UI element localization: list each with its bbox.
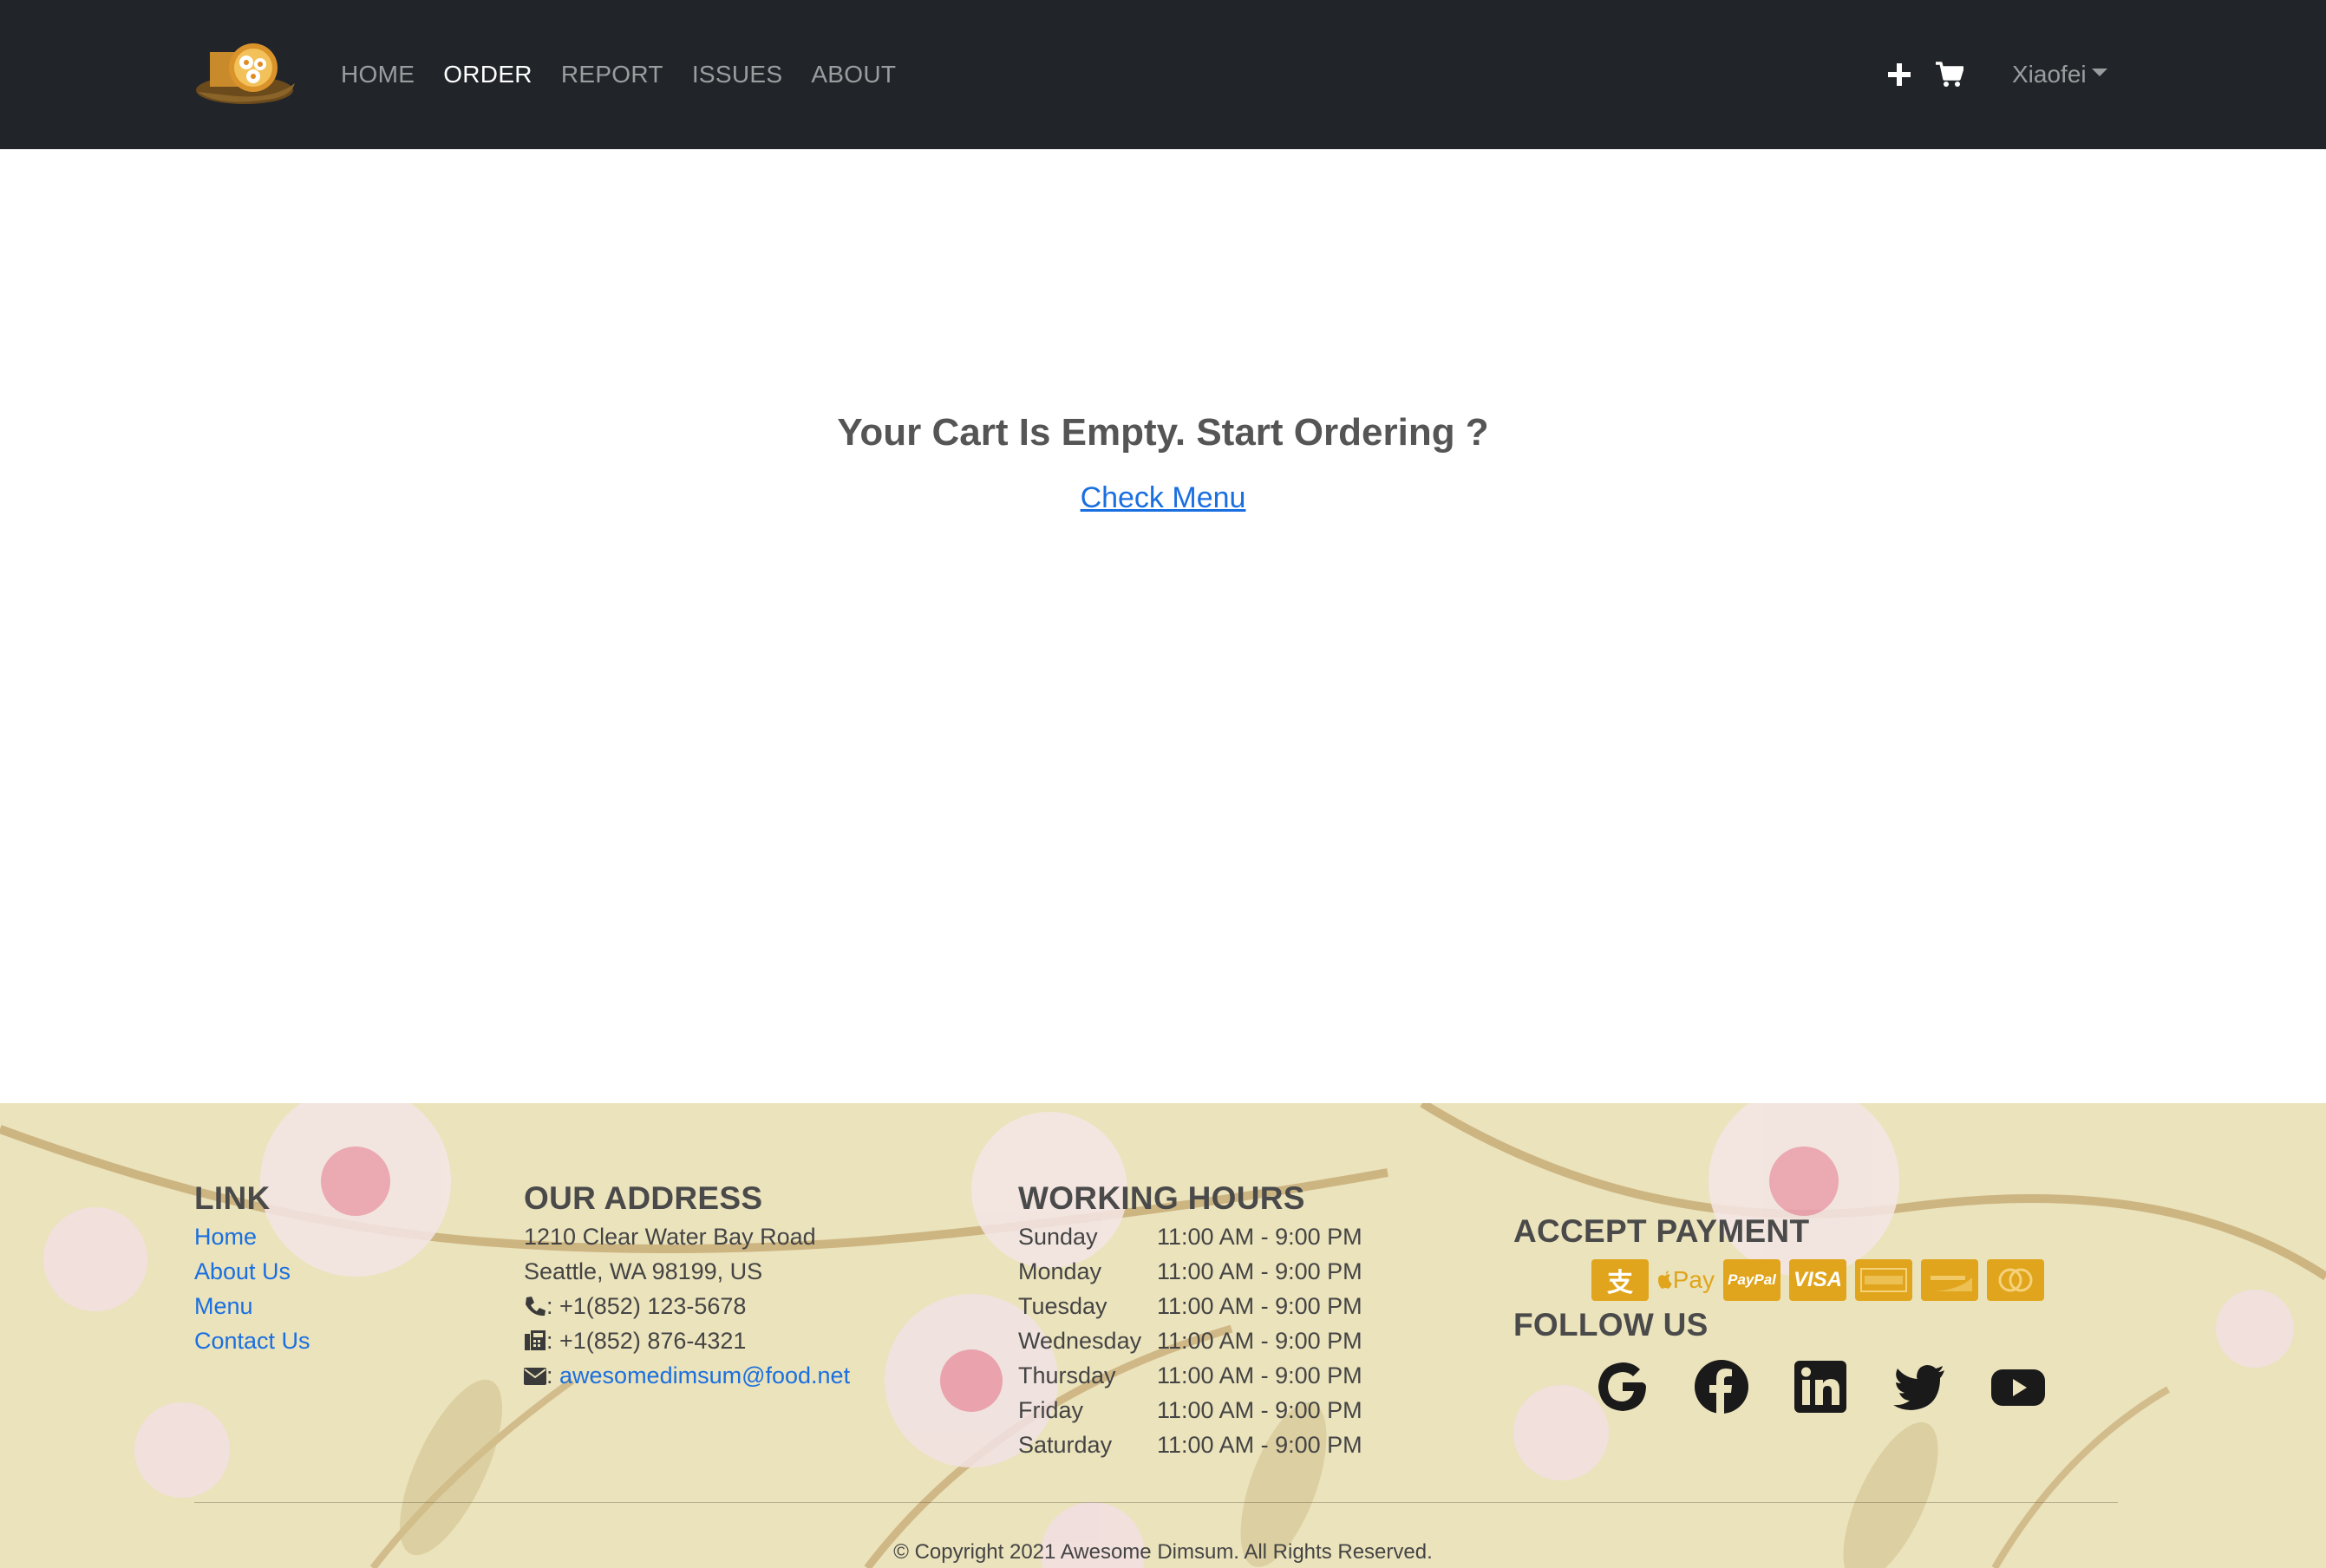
footer-link-contact-us[interactable]: Contact Us: [194, 1328, 310, 1354]
footer-divider: [194, 1502, 2118, 1503]
footer-follow-column: FOLLOW US: [1513, 1306, 1709, 1346]
phone-icon: [526, 1297, 546, 1316]
footer-links-column: LINK Home About Us Menu Contact Us: [194, 1179, 310, 1358]
nav-order[interactable]: ORDER: [443, 61, 532, 88]
fax-icon: [525, 1330, 546, 1350]
footer-hours-column: WORKING HOURS Sunday 11:00 AM - 9:00 PM M…: [1018, 1179, 1362, 1462]
visa-icon: VISA: [1789, 1259, 1846, 1301]
footer-link-menu[interactable]: Menu: [194, 1293, 253, 1319]
hours-row: Sunday 11:00 AM - 9:00 PM: [1018, 1224, 1362, 1250]
address-city: Seattle, WA 98199, US: [524, 1258, 763, 1284]
address-street: 1210 Clear Water Bay Road: [524, 1224, 816, 1250]
nav-issues[interactable]: ISSUES: [692, 61, 783, 88]
cart-icon[interactable]: [1932, 57, 1967, 92]
footer-link-home[interactable]: Home: [194, 1224, 257, 1250]
social-links: [1594, 1358, 2047, 1415]
footer-address-column: OUR ADDRESS 1210 Clear Water Bay Road Se…: [524, 1179, 850, 1393]
discover-icon: [1921, 1259, 1978, 1301]
footer-follow-heading: FOLLOW US: [1513, 1307, 1709, 1343]
footer-payment-heading: ACCEPT PAYMENT: [1513, 1213, 1810, 1249]
brand-logo-icon[interactable]: [194, 38, 297, 111]
plus-icon[interactable]: [1882, 57, 1917, 92]
youtube-icon[interactable]: [1990, 1358, 2047, 1415]
facebook-icon[interactable]: [1693, 1358, 1750, 1415]
nav-about[interactable]: ABOUT: [811, 61, 896, 88]
nav-actions: Xiaofei: [1882, 0, 2107, 149]
address-phone: : +1(852) 123-5678: [524, 1289, 850, 1323]
mastercard-icon: [1987, 1259, 2044, 1301]
hours-row: Thursday 11:00 AM - 9:00 PM: [1018, 1362, 1362, 1388]
user-name: Xiaofei: [2012, 61, 2087, 88]
hours-row: Tuesday 11:00 AM - 9:00 PM: [1018, 1293, 1362, 1319]
footer-payment-column: ACCEPT PAYMENT: [1513, 1212, 1809, 1252]
nav-home[interactable]: HOME: [341, 61, 415, 88]
footer-links-heading: LINK: [194, 1180, 271, 1216]
twitter-icon[interactable]: [1891, 1358, 1948, 1415]
alipay-icon: 支: [1591, 1259, 1649, 1301]
footer-address-heading: OUR ADDRESS: [524, 1180, 763, 1216]
hours-row: Friday 11:00 AM - 9:00 PM: [1018, 1397, 1362, 1423]
address-fax: : +1(852) 876-4321: [524, 1323, 850, 1358]
empty-cart-message: Your Cart Is Empty. Start Ordering ?: [837, 411, 1489, 454]
main-nav: HOME ORDER REPORT ISSUES ABOUT: [341, 0, 925, 149]
apple-pay-icon: Pay: [1657, 1259, 1715, 1301]
footer: LINK Home About Us Menu Contact Us OUR A…: [0, 1103, 2326, 1568]
top-navbar: HOME ORDER REPORT ISSUES ABOUT Xiaofei: [0, 0, 2326, 149]
paypal-icon: PayPal: [1723, 1259, 1780, 1301]
chevron-down-icon: [2091, 68, 2107, 76]
linkedin-icon[interactable]: [1792, 1358, 1849, 1415]
hours-row: Saturday 11:00 AM - 9:00 PM: [1018, 1432, 1362, 1458]
hours-row: Wednesday 11:00 AM - 9:00 PM: [1018, 1328, 1362, 1354]
nav-report[interactable]: REPORT: [561, 61, 663, 88]
google-icon[interactable]: [1594, 1358, 1651, 1415]
envelope-icon: [524, 1368, 546, 1385]
email-link[interactable]: awesomedimsum@food.net: [559, 1362, 850, 1388]
footer-hours-heading: WORKING HOURS: [1018, 1180, 1305, 1216]
hours-row: Monday 11:00 AM - 9:00 PM: [1018, 1258, 1362, 1284]
user-dropdown[interactable]: Xiaofei: [2012, 61, 2107, 88]
amex-icon: [1855, 1259, 1912, 1301]
copyright-text: © Copyright 2021 Awesome Dimsum. All Rig…: [893, 1540, 1433, 1564]
payment-methods: 支 Pay PayPal VISA: [1591, 1259, 2044, 1301]
footer-link-about-us[interactable]: About Us: [194, 1258, 291, 1284]
check-menu-link[interactable]: Check Menu: [0, 481, 2326, 515]
address-email: : awesomedimsum@food.net: [524, 1358, 850, 1393]
